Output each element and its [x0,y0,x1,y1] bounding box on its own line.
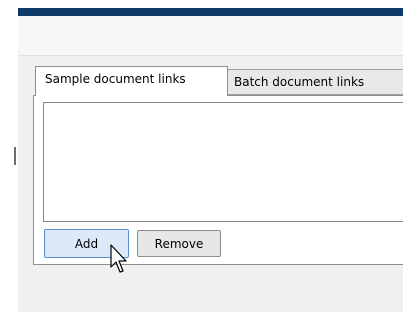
window-top-edge [0,0,403,8]
tab-batch-document-links[interactable]: Batch document links [226,69,403,95]
toolbar-area [18,16,403,56]
tab-sample-document-links[interactable]: Sample document links [35,66,228,96]
document-links-list[interactable] [43,102,403,222]
tab-label: Sample document links [45,72,186,86]
mouse-pointer-icon [110,244,127,273]
splitter-handle[interactable] [14,147,16,165]
window-title-bar [18,8,403,16]
tab-label: Batch document links [234,75,365,89]
remove-button[interactable]: Remove [137,230,221,257]
